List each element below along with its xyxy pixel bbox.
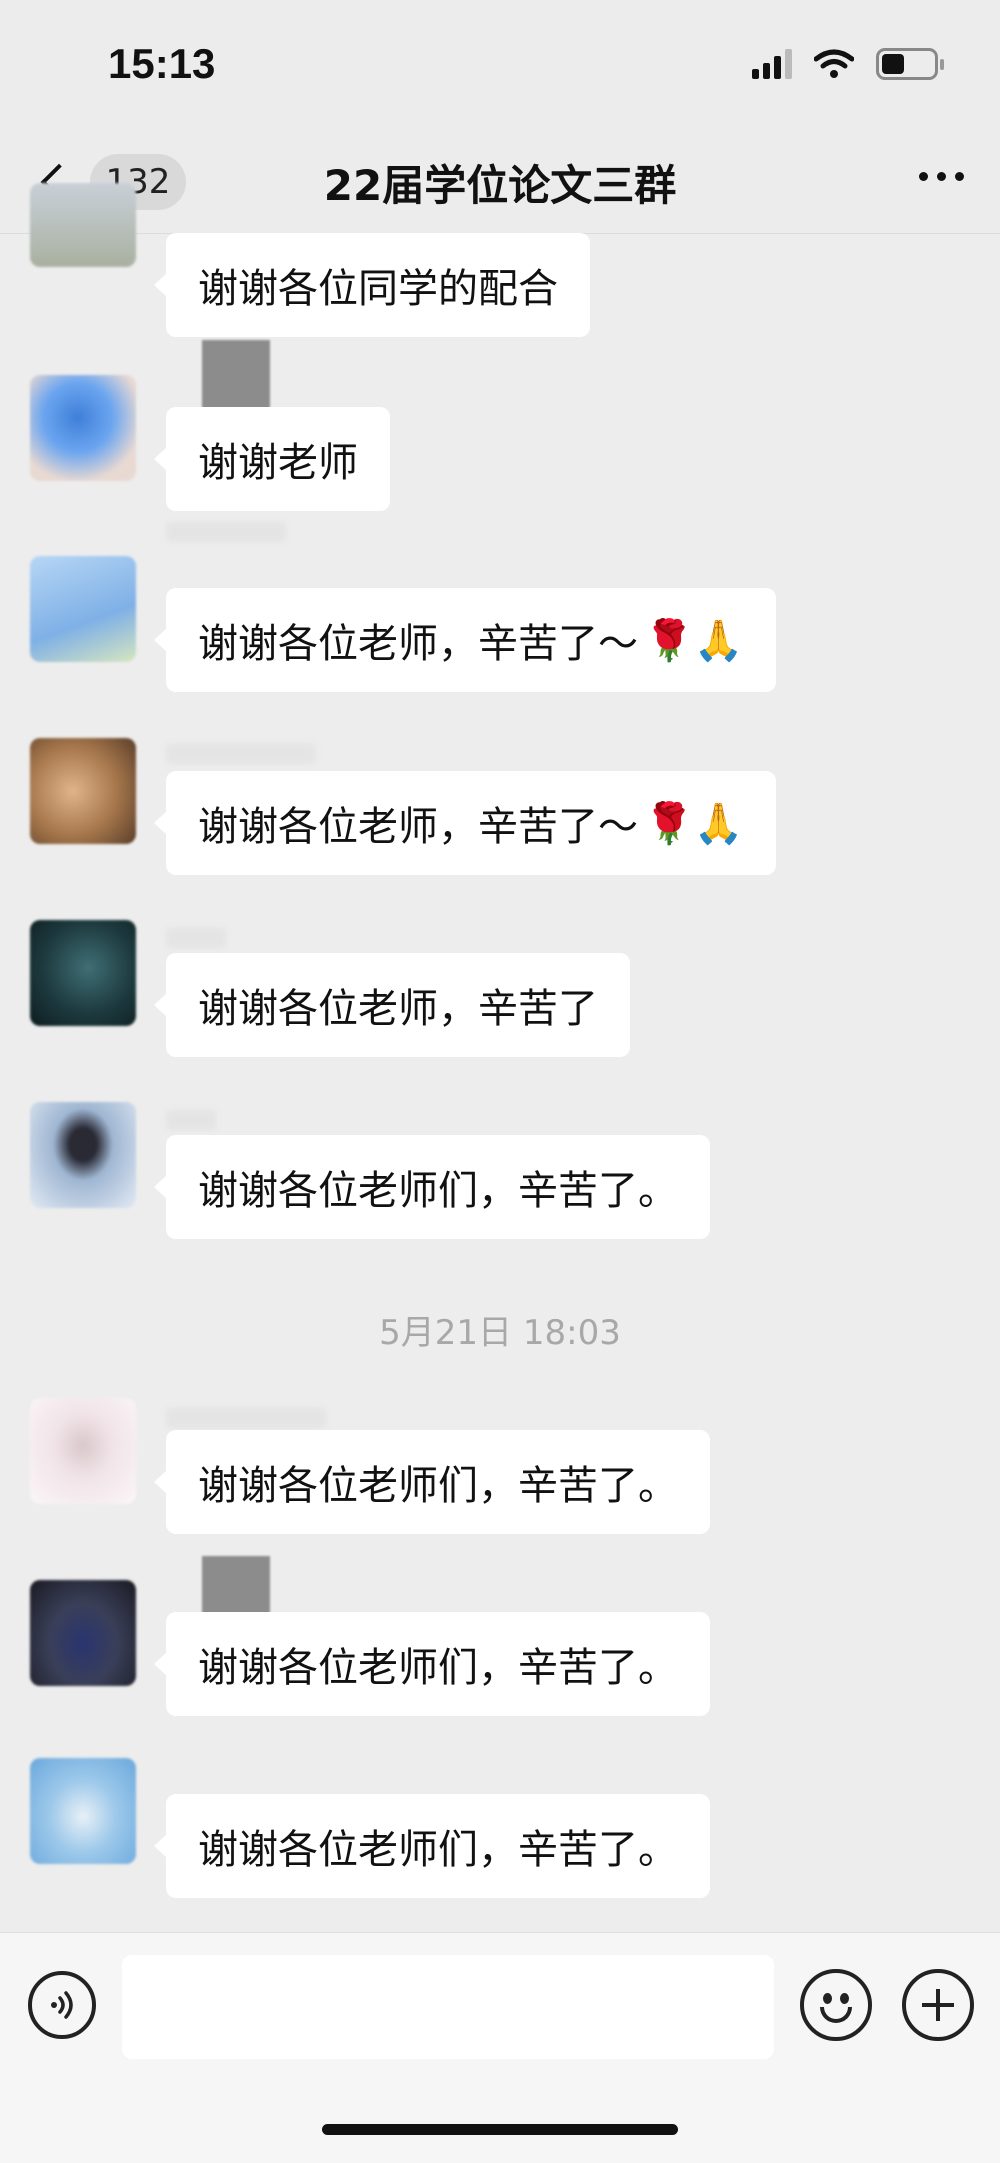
status-bar: 15:13 — [0, 0, 1000, 130]
avatar[interactable] — [30, 375, 136, 481]
status-icons — [752, 48, 944, 80]
message-bubble[interactable]: 谢谢老师 — [154, 407, 390, 511]
avatar[interactable] — [30, 920, 136, 1026]
chat-title: 22届学位论文三群 — [323, 161, 677, 210]
message-bubble[interactable]: 谢谢各位老师，辛苦了～ 🌹🙏 — [154, 588, 776, 692]
message-text: 谢谢各位老师们，辛苦了。 — [198, 1645, 678, 1691]
message-text: 谢谢各位老师，辛苦了 — [198, 986, 598, 1032]
emoji-button[interactable] — [800, 1969, 872, 2041]
voice-icon — [51, 1991, 73, 2019]
message-text: 谢谢老师 — [198, 440, 358, 486]
timestamp: 5月21日 18:03 — [379, 1313, 621, 1353]
message-bubble[interactable]: 谢谢各位老师们，辛苦了。 — [154, 1794, 710, 1898]
message-text: 谢谢各位老师，辛苦了～ — [198, 804, 638, 850]
message-bubble[interactable]: 谢谢各位老师们，辛苦了。 — [154, 1612, 710, 1716]
avatar[interactable] — [30, 1758, 136, 1864]
message-text: 谢谢各位老师们，辛苦了。 — [198, 1827, 678, 1873]
message-emojis: 🌹🙏 — [644, 617, 744, 664]
message-text: 谢谢各位老师，辛苦了～ — [198, 621, 638, 667]
status-time: 15:13 — [108, 40, 216, 87]
sender-name — [166, 744, 316, 764]
message-text: 谢谢各位老师们，辛苦了。 — [198, 1168, 678, 1214]
more-options-button[interactable] — [919, 172, 964, 181]
voice-button[interactable] — [28, 1971, 96, 2039]
plus-button[interactable] — [902, 1969, 974, 2041]
message-input[interactable] — [122, 1955, 774, 2059]
message-text: 谢谢各位同学的配合 — [198, 266, 558, 312]
message-text: 谢谢各位老师们，辛苦了。 — [198, 1463, 678, 1509]
message-bubble[interactable]: 谢谢各位老师们，辛苦了。 — [154, 1430, 710, 1534]
avatar[interactable] — [30, 738, 136, 844]
message-emojis: 🌹🙏 — [644, 800, 744, 847]
avatar[interactable] — [30, 1102, 136, 1208]
home-indicator — [322, 2124, 678, 2135]
sender-name — [166, 522, 286, 542]
nav-bar: 132 22届学位论文三群 — [0, 130, 1000, 234]
avatar[interactable] — [30, 556, 136, 662]
sender-name — [166, 1408, 326, 1428]
signal-icon — [752, 49, 792, 79]
redacted-name-block — [202, 340, 270, 410]
message-bubble[interactable]: 谢谢各位老师，辛苦了～ 🌹🙏 — [154, 771, 776, 875]
message-bubble[interactable]: 谢谢各位同学的配合 — [154, 233, 590, 337]
more-dots-icon — [919, 172, 928, 181]
message-bubble[interactable]: 谢谢各位老师，辛苦了 — [154, 953, 630, 1057]
avatar[interactable] — [30, 183, 136, 267]
wifi-icon — [814, 49, 854, 78]
avatar[interactable] — [30, 1398, 136, 1504]
sender-name — [166, 1110, 216, 1130]
sender-name — [166, 928, 226, 948]
avatar[interactable] — [30, 1580, 136, 1686]
message-bubble[interactable]: 谢谢各位老师们，辛苦了。 — [154, 1135, 710, 1239]
battery-icon — [876, 48, 944, 80]
